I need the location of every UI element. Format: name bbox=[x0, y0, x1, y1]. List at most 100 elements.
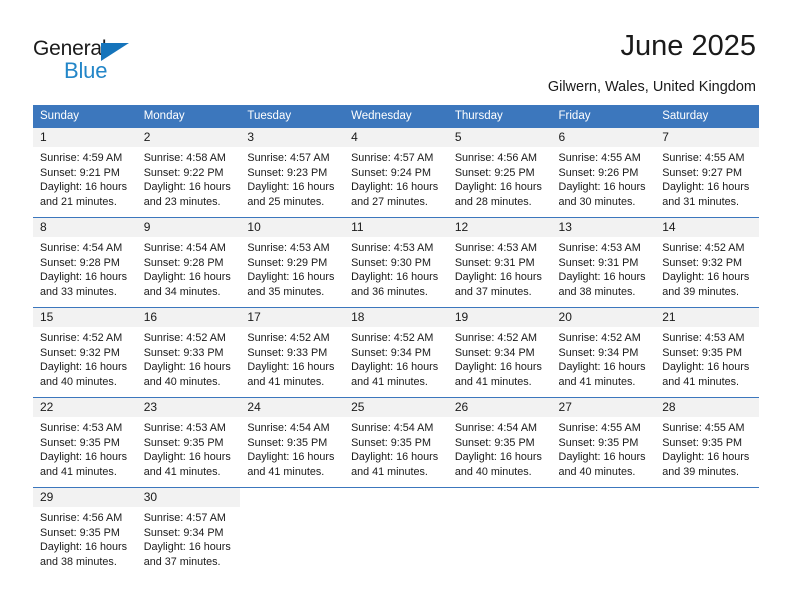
daylight-text: Daylight: 16 hours and 38 minutes. bbox=[40, 541, 128, 568]
sunset-text: Sunset: 9:22 PM bbox=[143, 166, 224, 179]
sunset-text: Sunset: 9:34 PM bbox=[143, 526, 224, 539]
sunrise-text: Sunrise: 4:58 AM bbox=[143, 152, 226, 164]
sunset-text: Sunset: 9:35 PM bbox=[351, 436, 431, 449]
sunrise-text: Sunrise: 4:52 AM bbox=[454, 332, 538, 344]
calendar-day-cell[interactable]: 29 Sunrise: 4:56 AM Sunset: 9:35 PM Dayl… bbox=[33, 487, 137, 578]
calendar-day-cell-empty bbox=[344, 487, 448, 578]
calendar-day-cell[interactable]: 30 Sunrise: 4:57 AM Sunset: 9:34 PM Dayl… bbox=[136, 487, 241, 578]
day-info: Sunrise: 4:57 AM Sunset: 9:34 PM Dayligh… bbox=[137, 507, 241, 569]
sunrise-text: Sunrise: 4:53 AM bbox=[351, 242, 434, 254]
calendar-day-cell[interactable]: 27 Sunrise: 4:55 AM Sunset: 9:35 PM Dayl… bbox=[551, 397, 656, 488]
calendar-day-cell[interactable]: 7 Sunrise: 4:55 AM Sunset: 9:27 PM Dayli… bbox=[655, 127, 759, 218]
calendar-day-cell[interactable]: 8 Sunrise: 4:54 AM Sunset: 9:28 PM Dayli… bbox=[33, 217, 137, 308]
day-number: 8 bbox=[33, 218, 137, 237]
day-number: 16 bbox=[136, 308, 241, 327]
sunrise-sunset-calendar: Sunday Monday Tuesday Wednesday Thursday… bbox=[33, 105, 759, 578]
day-info: Sunrise: 4:53 AM Sunset: 9:29 PM Dayligh… bbox=[240, 237, 344, 299]
sunrise-text: Sunrise: 4:59 AM bbox=[40, 152, 123, 164]
daylight-text: Daylight: 16 hours and 39 minutes. bbox=[662, 271, 750, 298]
logo-word-blue: Blue bbox=[64, 58, 108, 83]
day-number: 14 bbox=[655, 218, 759, 237]
calendar-day-cell[interactable]: 10 Sunrise: 4:53 AM Sunset: 9:29 PM Dayl… bbox=[240, 217, 345, 308]
daylight-text: Daylight: 16 hours and 41 minutes. bbox=[40, 451, 128, 478]
daylight-text: Daylight: 16 hours and 41 minutes. bbox=[143, 451, 231, 478]
calendar-day-cell[interactable]: 11 Sunrise: 4:53 AM Sunset: 9:30 PM Dayl… bbox=[344, 217, 448, 308]
sunrise-text: Sunrise: 4:55 AM bbox=[558, 422, 641, 434]
day-number bbox=[240, 488, 345, 507]
daylight-text: Daylight: 16 hours and 40 minutes. bbox=[40, 361, 128, 388]
day-info: Sunrise: 4:52 AM Sunset: 9:32 PM Dayligh… bbox=[33, 327, 137, 389]
calendar-day-cell[interactable]: 16 Sunrise: 4:52 AM Sunset: 9:33 PM Dayl… bbox=[136, 307, 241, 398]
calendar-day-cell[interactable]: 4 Sunrise: 4:57 AM Sunset: 9:24 PM Dayli… bbox=[344, 127, 448, 218]
sunset-text: Sunset: 9:27 PM bbox=[662, 166, 743, 179]
calendar-day-cell[interactable]: 24 Sunrise: 4:54 AM Sunset: 9:35 PM Dayl… bbox=[240, 397, 345, 488]
calendar-day-cell[interactable]: 21 Sunrise: 4:53 AM Sunset: 9:35 PM Dayl… bbox=[655, 307, 759, 398]
calendar-body: 1 Sunrise: 4:59 AM Sunset: 9:21 PM Dayli… bbox=[33, 127, 759, 578]
day-number: 9 bbox=[136, 218, 241, 237]
sunset-text: Sunset: 9:34 PM bbox=[558, 346, 639, 359]
calendar-page: General Blue June 2025 Gilwern, Wales, U… bbox=[0, 0, 792, 612]
calendar-day-cell[interactable]: 12 Sunrise: 4:53 AM Sunset: 9:31 PM Dayl… bbox=[447, 217, 552, 308]
day-info: Sunrise: 4:55 AM Sunset: 9:26 PM Dayligh… bbox=[552, 147, 656, 209]
daylight-text: Daylight: 16 hours and 35 minutes. bbox=[247, 271, 335, 298]
daylight-text: Daylight: 16 hours and 39 minutes. bbox=[662, 451, 750, 478]
day-info: Sunrise: 4:54 AM Sunset: 9:28 PM Dayligh… bbox=[137, 237, 241, 299]
calendar-day-cell[interactable]: 1 Sunrise: 4:59 AM Sunset: 9:21 PM Dayli… bbox=[33, 127, 137, 218]
calendar-day-cell[interactable]: 18 Sunrise: 4:52 AM Sunset: 9:34 PM Dayl… bbox=[344, 307, 448, 398]
calendar-day-cell[interactable]: 15 Sunrise: 4:52 AM Sunset: 9:32 PM Dayl… bbox=[33, 307, 137, 398]
calendar-day-cell[interactable]: 28 Sunrise: 4:55 AM Sunset: 9:35 PM Dayl… bbox=[655, 397, 759, 488]
calendar-day-cell[interactable]: 26 Sunrise: 4:54 AM Sunset: 9:35 PM Dayl… bbox=[447, 397, 552, 488]
sunrise-text: Sunrise: 4:57 AM bbox=[143, 512, 226, 524]
calendar-week-row: 15 Sunrise: 4:52 AM Sunset: 9:32 PM Dayl… bbox=[33, 307, 759, 398]
day-number: 13 bbox=[551, 218, 656, 237]
sunrise-text: Sunrise: 4:53 AM bbox=[558, 242, 641, 254]
day-info: Sunrise: 4:54 AM Sunset: 9:35 PM Dayligh… bbox=[448, 417, 552, 479]
sunset-text: Sunset: 9:23 PM bbox=[247, 166, 328, 179]
calendar-day-cell[interactable]: 5 Sunrise: 4:56 AM Sunset: 9:25 PM Dayli… bbox=[447, 127, 552, 218]
calendar-day-cell[interactable]: 17 Sunrise: 4:52 AM Sunset: 9:33 PM Dayl… bbox=[240, 307, 345, 398]
day-number: 12 bbox=[447, 218, 552, 237]
calendar-day-cell[interactable]: 19 Sunrise: 4:52 AM Sunset: 9:34 PM Dayl… bbox=[447, 307, 552, 398]
sunset-text: Sunset: 9:29 PM bbox=[247, 256, 328, 269]
sunset-text: Sunset: 9:35 PM bbox=[454, 436, 535, 449]
daylight-text: Daylight: 16 hours and 37 minutes. bbox=[143, 541, 231, 568]
generalblue-logo: General Blue bbox=[33, 37, 153, 85]
sunrise-text: Sunrise: 4:52 AM bbox=[247, 332, 330, 344]
sunrise-text: Sunrise: 4:57 AM bbox=[247, 152, 330, 164]
day-info: Sunrise: 4:53 AM Sunset: 9:35 PM Dayligh… bbox=[137, 417, 241, 479]
day-number: 27 bbox=[551, 398, 656, 417]
day-number: 15 bbox=[33, 308, 137, 327]
day-info: Sunrise: 4:55 AM Sunset: 9:27 PM Dayligh… bbox=[655, 147, 759, 209]
sunset-text: Sunset: 9:35 PM bbox=[247, 436, 328, 449]
calendar-day-cell[interactable]: 14 Sunrise: 4:52 AM Sunset: 9:32 PM Dayl… bbox=[655, 217, 759, 308]
day-info: Sunrise: 4:54 AM Sunset: 9:28 PM Dayligh… bbox=[33, 237, 137, 299]
calendar-week-row: 29 Sunrise: 4:56 AM Sunset: 9:35 PM Dayl… bbox=[33, 487, 759, 578]
daylight-text: Daylight: 16 hours and 41 minutes. bbox=[558, 361, 646, 388]
calendar-day-cell[interactable]: 3 Sunrise: 4:57 AM Sunset: 9:23 PM Dayli… bbox=[240, 127, 345, 218]
sunset-text: Sunset: 9:35 PM bbox=[143, 436, 224, 449]
calendar-day-cell[interactable]: 9 Sunrise: 4:54 AM Sunset: 9:28 PM Dayli… bbox=[136, 217, 241, 308]
calendar-week-row: 22 Sunrise: 4:53 AM Sunset: 9:35 PM Dayl… bbox=[33, 397, 759, 488]
page-location: Gilwern, Wales, United Kingdom bbox=[547, 79, 756, 95]
sunset-text: Sunset: 9:28 PM bbox=[40, 256, 120, 269]
day-number: 21 bbox=[655, 308, 759, 327]
daylight-text: Daylight: 16 hours and 27 minutes. bbox=[351, 181, 439, 208]
sunrise-text: Sunrise: 4:53 AM bbox=[143, 422, 226, 434]
weekday-header-friday: Friday bbox=[551, 105, 656, 128]
day-info: Sunrise: 4:53 AM Sunset: 9:35 PM Dayligh… bbox=[33, 417, 137, 479]
daylight-text: Daylight: 16 hours and 41 minutes. bbox=[247, 361, 335, 388]
daylight-text: Daylight: 16 hours and 41 minutes. bbox=[662, 361, 750, 388]
calendar-day-cell[interactable]: 6 Sunrise: 4:55 AM Sunset: 9:26 PM Dayli… bbox=[551, 127, 656, 218]
day-number: 24 bbox=[240, 398, 345, 417]
page-header: General Blue June 2025 Gilwern, Wales, U… bbox=[0, 0, 792, 100]
calendar-day-cell[interactable]: 25 Sunrise: 4:54 AM Sunset: 9:35 PM Dayl… bbox=[344, 397, 448, 488]
calendar-day-cell[interactable]: 22 Sunrise: 4:53 AM Sunset: 9:35 PM Dayl… bbox=[33, 397, 137, 488]
day-info: Sunrise: 4:53 AM Sunset: 9:31 PM Dayligh… bbox=[552, 237, 656, 299]
calendar-day-cell[interactable]: 2 Sunrise: 4:58 AM Sunset: 9:22 PM Dayli… bbox=[136, 127, 241, 218]
calendar-day-cell[interactable]: 23 Sunrise: 4:53 AM Sunset: 9:35 PM Dayl… bbox=[136, 397, 241, 488]
day-number: 22 bbox=[33, 398, 137, 417]
calendar-day-cell[interactable]: 13 Sunrise: 4:53 AM Sunset: 9:31 PM Dayl… bbox=[551, 217, 656, 308]
sunset-text: Sunset: 9:33 PM bbox=[247, 346, 328, 359]
calendar-day-cell[interactable]: 20 Sunrise: 4:52 AM Sunset: 9:34 PM Dayl… bbox=[551, 307, 656, 398]
day-info: Sunrise: 4:54 AM Sunset: 9:35 PM Dayligh… bbox=[240, 417, 344, 479]
